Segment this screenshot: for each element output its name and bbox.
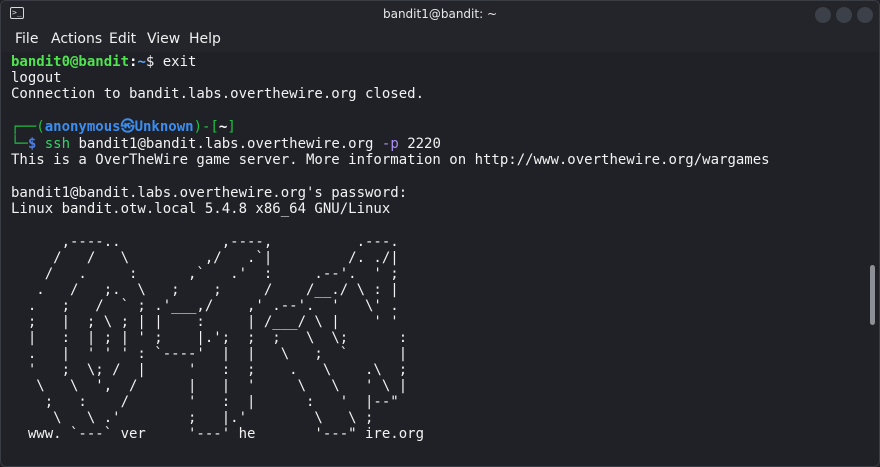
ssh-command-line: └─$ ssh bandit1@bandit.labs.overthewire.… bbox=[11, 136, 441, 152]
prompt-frame-open: ┌──( bbox=[11, 119, 45, 135]
ssh-host: bandit1@bandit.labs.overthewire.org bbox=[70, 136, 382, 152]
window-title: bandit1@bandit: ~ bbox=[382, 7, 497, 21]
ascii-art-line: / . : ,` .' : .--'. ' ; bbox=[11, 266, 399, 282]
prompt-line-top: ┌──(anonymous㉿Unknown)-[~] bbox=[11, 119, 236, 135]
ascii-art-line: ,----.. ,----, .---. bbox=[11, 234, 399, 250]
terminal-output[interactable]: bandit0@bandit:~$ exit logout Connection… bbox=[1, 52, 867, 466]
ascii-art-line: www. `---` ver '---' he '---" ire.org bbox=[11, 426, 425, 442]
ascii-art-line: . | ' ' ' : `----' | | \ ; ` | bbox=[11, 346, 408, 362]
ascii-art-line: . ; / ` ; .'___,/ ,' .--'. ' \' . bbox=[11, 298, 399, 314]
ssh-user-host: bandit0@bandit bbox=[11, 54, 130, 70]
ssh-port: 2220 bbox=[398, 136, 441, 152]
prompt-user: anonymous㉿Unknown bbox=[44, 119, 194, 135]
prompt-dollar: $ bbox=[27, 136, 37, 152]
ascii-art-line: \ \ .' ; |.' \ \ ; bbox=[11, 410, 374, 426]
ascii-art-line: ; : / ' : | : ' |--" bbox=[11, 394, 399, 410]
line-connection-closed: Connection to bandit.labs.overthewire.or… bbox=[11, 86, 425, 102]
menu-actions[interactable]: Actions bbox=[51, 31, 102, 47]
ascii-art-line: / / \ ,/ .`| /. ./| bbox=[11, 250, 399, 266]
menu-bar: File Actions Edit View Help bbox=[1, 28, 879, 53]
menu-file[interactable]: File bbox=[15, 31, 38, 47]
close-button[interactable] bbox=[857, 7, 873, 23]
line-password-prompt: bandit1@bandit.labs.overthewire.org's pa… bbox=[11, 185, 408, 201]
line-exit: bandit0@bandit:~$ exit bbox=[11, 54, 196, 70]
minimize-button[interactable] bbox=[815, 7, 831, 23]
line-banner: This is a OverTheWire game server. More … bbox=[11, 152, 770, 168]
ssh-command: ssh bbox=[44, 136, 71, 152]
ascii-art-line: | : | ; | ' ; |.'; ; ; \ \; : bbox=[11, 330, 408, 346]
ascii-art-line: \ \ ', / | | ' \ \ ' \ | bbox=[11, 378, 408, 394]
title-bar: >_ bandit1@bandit: ~ bbox=[1, 1, 879, 28]
scrollbar-thumb[interactable] bbox=[870, 265, 875, 325]
prompt-frame-mid: )-[ bbox=[193, 119, 219, 135]
prompt-frame-close: ] bbox=[227, 119, 236, 135]
prompt-corner: └─ bbox=[11, 136, 28, 152]
line-logout: logout bbox=[11, 70, 62, 86]
ascii-art-line: . / ;. \ ; ; / /__./ \ : | bbox=[11, 282, 399, 298]
exit-command: $ exit bbox=[145, 54, 197, 70]
vertical-scrollbar[interactable] bbox=[867, 52, 879, 466]
menu-help[interactable]: Help bbox=[189, 31, 221, 47]
ssh-port-flag: -p bbox=[381, 136, 399, 152]
prompt-path: ~ bbox=[137, 54, 146, 70]
terminal-window: >_ bandit1@bandit: ~ File Actions Edit V… bbox=[0, 0, 880, 467]
ascii-art-line: ; | ; \ ; | | : | /___/ \ | ' ' bbox=[11, 314, 399, 330]
menu-view[interactable]: View bbox=[147, 31, 180, 47]
menu-edit[interactable]: Edit bbox=[109, 31, 136, 47]
line-linux-version: Linux bandit.otw.local 5.4.8 x86_64 GNU/… bbox=[11, 201, 391, 217]
ascii-art-line: ' ; \; / | ' : ; . \ .\ ; bbox=[11, 362, 408, 378]
maximize-button[interactable] bbox=[836, 7, 852, 23]
